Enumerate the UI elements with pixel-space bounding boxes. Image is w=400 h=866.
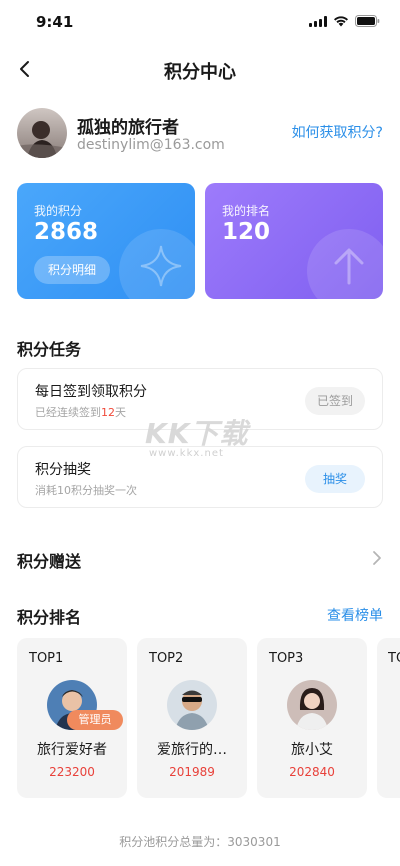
rank-card-top3[interactable]: TOP3 旅小艾 202840 xyxy=(257,638,367,798)
task-title: 积分抽奖 xyxy=(35,462,91,478)
rank-score: 223200 xyxy=(49,765,95,779)
my-points-label: 我的积分 xyxy=(34,204,83,218)
user-email: destinylim@163.com xyxy=(77,137,225,153)
signal-icon xyxy=(309,15,327,27)
page-title: 积分中心 xyxy=(164,62,236,83)
task-daily-checkin: 每日签到领取积分 已经连续签到12天 已签到 xyxy=(17,368,383,430)
rank-card-top1[interactable]: TOP1 管理员 旅行爱好者 223200 xyxy=(17,638,127,798)
user-name: 孤独的旅行者 xyxy=(77,118,179,138)
status-bar: 9:41 xyxy=(0,0,400,44)
how-to-earn-link[interactable]: 如何获取积分? xyxy=(292,122,383,142)
tasks-section-title: 积分任务 xyxy=(17,340,82,359)
rank-user-name: 爱旅行的… xyxy=(157,742,227,758)
rank-position: TOP1 xyxy=(29,651,64,666)
checked-in-button[interactable]: 已签到 xyxy=(305,387,365,415)
avatar xyxy=(287,680,337,730)
rank-position: TOP2 xyxy=(149,651,184,666)
rank-card-top4[interactable]: TOP4 xyxy=(377,638,400,798)
ranking-section-title: 积分排名 xyxy=(17,608,82,627)
task-lottery: 积分抽奖 消耗10积分抽奖一次 抽奖 xyxy=(17,446,383,508)
task-subtitle: 消耗10积分抽奖一次 xyxy=(35,484,137,497)
status-icons xyxy=(309,15,380,27)
admin-badge: 管理员 xyxy=(67,710,123,730)
gift-section-title: 积分赠送 xyxy=(17,552,82,571)
view-leaderboard-link[interactable]: 查看榜单 xyxy=(327,605,383,625)
ranking-header: 积分排名 查看榜单 xyxy=(17,600,383,630)
avatar xyxy=(167,680,217,730)
points-gift-row[interactable]: 积分赠送 xyxy=(17,544,383,574)
rank-card-top2[interactable]: TOP2 爱旅行的… 201989 xyxy=(137,638,247,798)
my-rank-value: 120 xyxy=(222,219,271,245)
up-arrow-icon xyxy=(307,229,383,299)
rank-score: 201989 xyxy=(169,765,215,779)
battery-icon xyxy=(355,15,380,27)
my-rank-label: 我的排名 xyxy=(222,204,271,218)
star-icon xyxy=(119,229,195,299)
rank-position: TOP3 xyxy=(269,651,304,666)
my-rank-card[interactable]: 我的排名 120 xyxy=(205,183,383,299)
points-pool-total: 积分池积分总量为：3030301 xyxy=(119,835,281,849)
my-points-card[interactable]: 我的积分 2868 积分明细 xyxy=(17,183,195,299)
my-points-value: 2868 xyxy=(34,219,99,245)
rank-user-name: 旅行爱好者 xyxy=(37,742,107,758)
wifi-icon xyxy=(333,15,349,27)
rank-user-name: 旅小艾 xyxy=(291,742,333,758)
task-subtitle: 已经连续签到12天 xyxy=(35,406,126,419)
rank-score: 202840 xyxy=(289,765,335,779)
chevron-right-icon xyxy=(371,550,383,570)
lottery-button[interactable]: 抽奖 xyxy=(305,465,365,493)
profile-header: 孤独的旅行者 destinylim@163.com 如何获取积分? xyxy=(17,106,383,162)
task-title: 每日签到领取积分 xyxy=(35,384,147,400)
rank-position: TOP4 xyxy=(388,651,400,666)
streak-count: 12 xyxy=(101,406,115,419)
avatar[interactable] xyxy=(17,108,67,158)
status-time: 9:41 xyxy=(36,13,74,31)
points-detail-button[interactable]: 积分明细 xyxy=(34,256,110,284)
nav-bar: 积分中心 xyxy=(0,50,400,90)
